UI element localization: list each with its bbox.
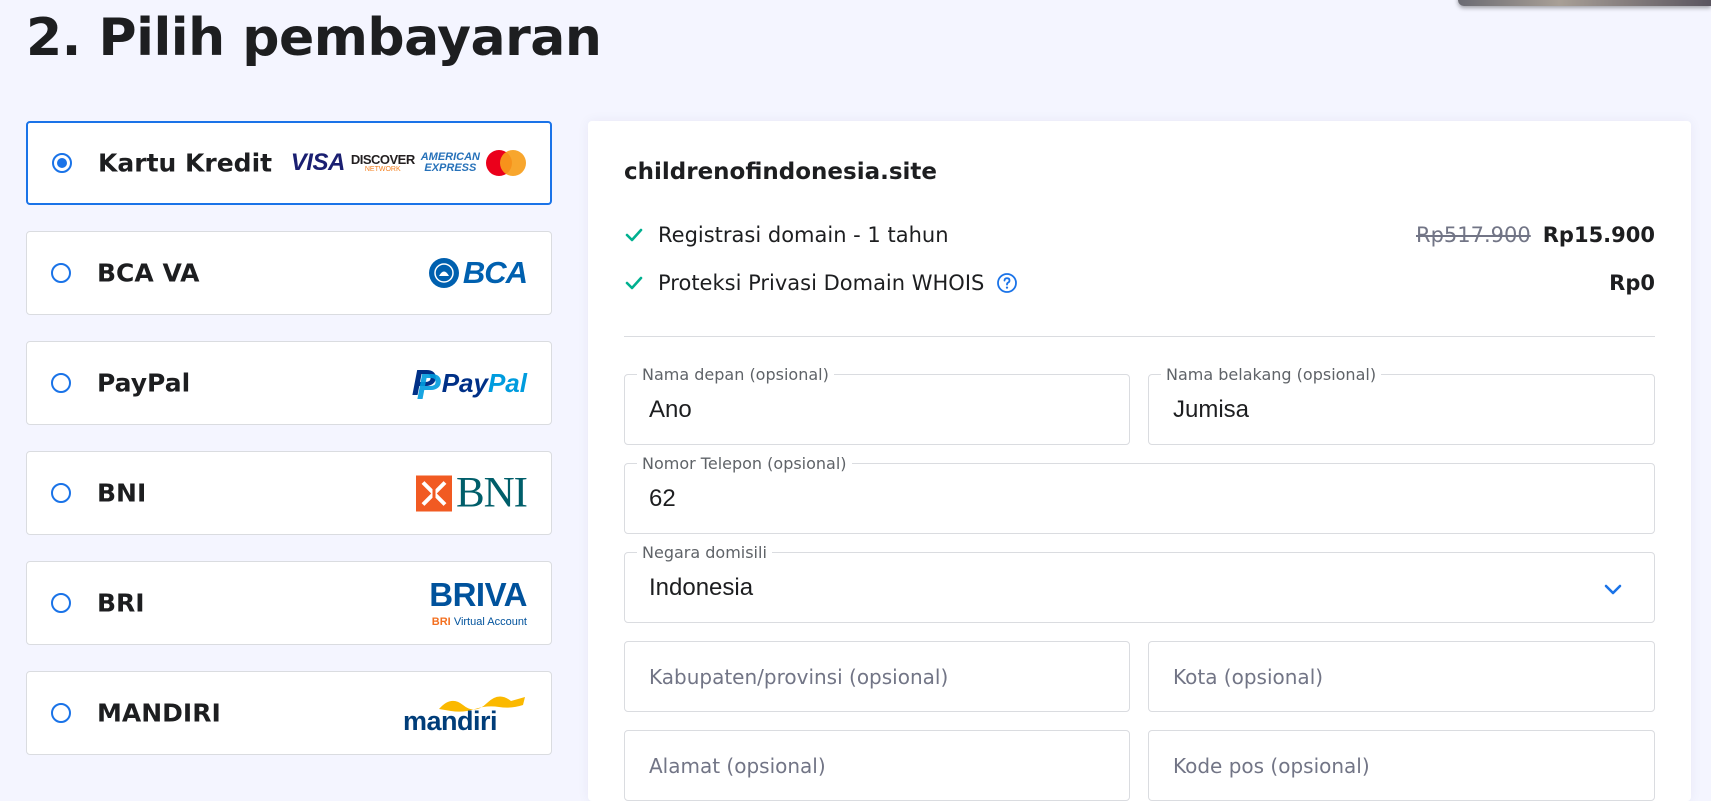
- divider: [624, 336, 1655, 337]
- last-name-field: Nama belakang (opsional): [1148, 365, 1655, 445]
- payment-option-bni[interactable]: BNI BNI: [26, 451, 552, 535]
- paypal-logo-pay: Pay: [441, 367, 488, 398]
- paypal-p-icon: P: [412, 365, 441, 406]
- radio-icon[interactable]: [51, 593, 71, 613]
- line-item-label: Proteksi Privasi Domain WHOIS: [658, 271, 985, 295]
- bca-logo: BCA: [428, 255, 528, 291]
- line-item-whois-privacy: Proteksi Privasi Domain WHOIS Rp0: [624, 267, 1655, 299]
- last-name-input[interactable]: [1173, 375, 1634, 444]
- line-item-label: Registrasi domain - 1 tahun: [658, 223, 949, 247]
- payment-option-bca-va[interactable]: BCA VA BCA: [26, 231, 552, 315]
- bni-logo-text: BNI: [455, 469, 528, 517]
- province-input[interactable]: [649, 642, 1109, 711]
- payment-option-bri[interactable]: BRI BRIVA BRI Virtual Account: [26, 561, 552, 645]
- mandiri-logo: mandiri: [403, 693, 527, 736]
- radio-icon[interactable]: [51, 263, 71, 283]
- postcode-field: [1148, 730, 1655, 801]
- briva-logo-bri: BRI: [431, 616, 451, 628]
- address-field: [624, 730, 1130, 801]
- card-logos: VISA DISCOVER NETWORK AMERICAN EXPRESS: [291, 149, 526, 177]
- address-input[interactable]: [649, 731, 1109, 800]
- old-price: Rp517.900: [1415, 223, 1531, 247]
- amex-logo-bottom: EXPRESS: [424, 162, 477, 174]
- bca-emblem-icon: [428, 258, 459, 288]
- line-item-price: Rp0: [1609, 271, 1655, 295]
- mandiri-logo-text: mandiri: [403, 706, 498, 736]
- payment-option-label: BCA VA: [97, 258, 200, 288]
- briva-logo-subtext: BRI Virtual Account: [432, 617, 527, 628]
- bni-logo: BNI: [415, 469, 528, 517]
- line-item-price: Rp517.900 Rp15.900: [1416, 223, 1655, 247]
- postcode-input[interactable]: [1173, 731, 1634, 800]
- bni-mark-icon: [415, 475, 452, 511]
- briva-logo-va: Virtual Account: [453, 616, 527, 628]
- check-icon: [625, 276, 643, 290]
- visa-logo: VISA: [290, 149, 346, 176]
- video-thumbnail-edge[interactable]: [1458, 0, 1711, 6]
- country-select-value: Indonesia: [649, 574, 754, 601]
- payment-option-label: PayPal: [97, 368, 191, 398]
- line-item-domain-registration: Registrasi domain - 1 tahun Rp517.900 Rp…: [624, 219, 1655, 251]
- mastercard-logo: [486, 150, 526, 176]
- city-field: [1148, 641, 1655, 712]
- current-price: Rp0: [1609, 271, 1655, 295]
- first-name-input[interactable]: [649, 375, 1109, 444]
- payment-option-mandiri[interactable]: MANDIRI mandiri: [26, 671, 552, 755]
- payment-option-credit-card[interactable]: Kartu Kredit VISA DISCOVER NETWORK AMERI…: [26, 121, 552, 205]
- page-title: 2. Pilih pembayaran: [26, 8, 602, 68]
- city-input[interactable]: [1173, 642, 1634, 711]
- country-select[interactable]: Negara domisili Indonesia: [624, 543, 1655, 623]
- current-price: Rp15.900: [1542, 223, 1655, 247]
- briva-logo: BRIVA BRI Virtual Account: [429, 578, 527, 628]
- discover-logo-text: DISCOVER: [350, 152, 415, 167]
- radio-icon[interactable]: [51, 373, 71, 393]
- domain-name: childrenofindonesia.site: [624, 159, 938, 185]
- phone-input[interactable]: [649, 464, 1634, 533]
- paypal-logo-text: PayPal: [442, 368, 527, 399]
- bca-logo-text: BCA: [462, 255, 528, 290]
- payment-option-label: MANDIRI: [97, 698, 221, 728]
- payment-option-label: BRI: [97, 588, 145, 618]
- discover-logo: DISCOVER NETWORK: [351, 153, 415, 173]
- discover-logo-subtext: NETWORK: [364, 166, 401, 173]
- province-field: [624, 641, 1130, 712]
- paypal-logo: P PayPal: [412, 365, 527, 406]
- phone-field: Nomor Telepon (opsional): [624, 454, 1655, 534]
- order-form-panel: childrenofindonesia.site Registrasi doma…: [588, 121, 1691, 801]
- help-icon[interactable]: [996, 272, 1018, 294]
- first-name-field: Nama depan (opsional): [624, 365, 1130, 445]
- payment-option-label: BNI: [97, 478, 147, 508]
- briva-logo-text: BRIVA: [429, 576, 527, 613]
- payment-option-label: Kartu Kredit: [98, 148, 273, 178]
- paypal-logo-pal: Pal: [487, 367, 527, 398]
- chevron-down-icon[interactable]: [1602, 578, 1624, 600]
- radio-icon[interactable]: [51, 703, 71, 723]
- radio-icon[interactable]: [51, 483, 71, 503]
- payment-option-paypal[interactable]: PayPal P PayPal: [26, 341, 552, 425]
- amex-logo: AMERICAN EXPRESS: [421, 152, 480, 174]
- check-icon: [625, 228, 643, 242]
- radio-icon[interactable]: [52, 153, 72, 173]
